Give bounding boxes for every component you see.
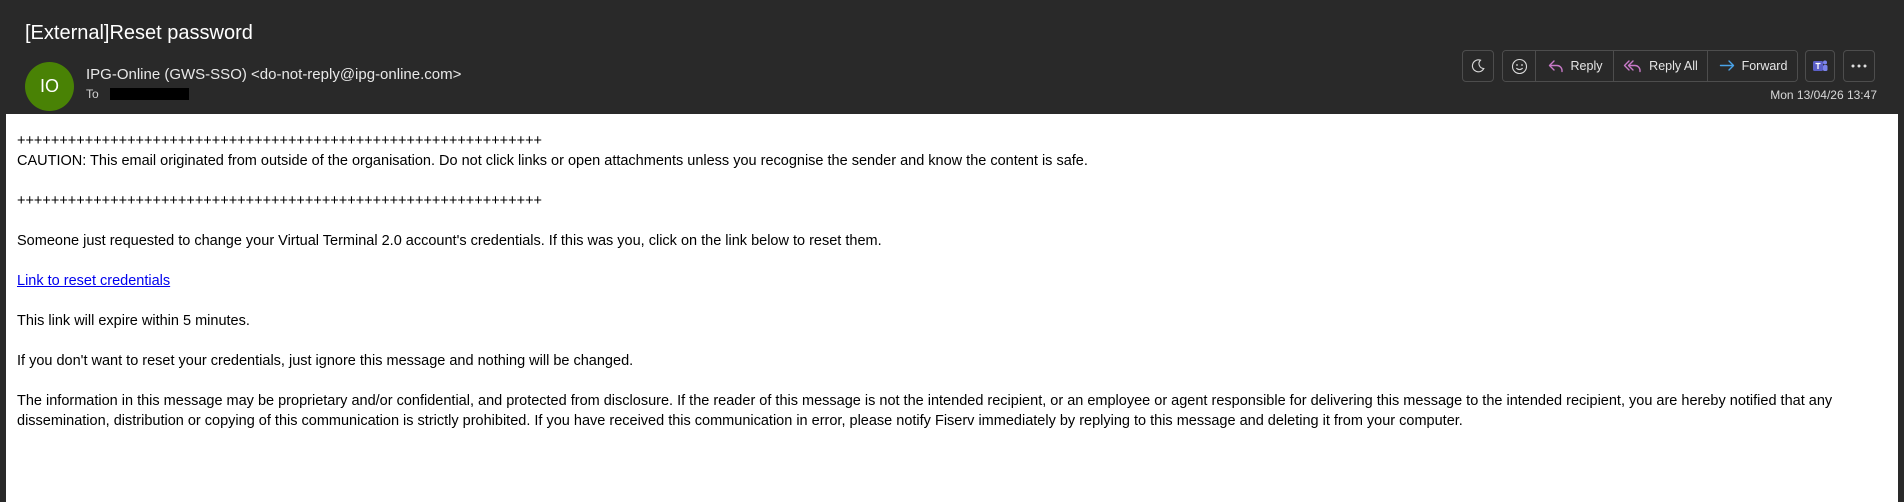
reset-credentials-link[interactable]: Link to reset credentials — [17, 273, 170, 289]
sender-avatar[interactable]: IO — [25, 62, 74, 111]
message-header: [External]Reset password IO IPG-Online (… — [0, 0, 1904, 114]
react-button[interactable] — [1503, 51, 1535, 81]
avatar-initials: IO — [39, 76, 59, 96]
teams-button[interactable] — [1805, 50, 1835, 82]
reply-all-label: Reply All — [1649, 59, 1698, 73]
disclaimer-text: The information in this message may be p… — [17, 393, 1833, 429]
ignore-text: If you don't want to reset your credenti… — [17, 353, 634, 369]
redacted-recipient — [109, 88, 189, 100]
forward-label: Forward — [1741, 59, 1788, 73]
emoji-icon — [1511, 58, 1528, 75]
separator-line: ++++++++++++++++++++++++++++++++++++++++… — [17, 133, 543, 149]
separator-line: ++++++++++++++++++++++++++++++++++++++++… — [17, 193, 543, 209]
toolbar-right — [1805, 50, 1835, 82]
toolbar-more — [1843, 50, 1875, 82]
toolbar-left — [1462, 50, 1494, 82]
more-icon — [1851, 64, 1867, 68]
forward-button[interactable]: Forward — [1707, 51, 1797, 81]
reply-all-icon — [1623, 58, 1643, 74]
request-text: Someone just requested to change your Vi… — [17, 233, 882, 249]
caution-text: CAUTION: This email originated from outs… — [17, 153, 1088, 169]
reply-icon — [1547, 58, 1565, 74]
to-label: To — [86, 87, 99, 101]
message-date: Mon 13/04/26 13:47 — [1770, 88, 1877, 102]
reply-label: Reply — [1570, 59, 1603, 73]
sender-name[interactable]: IPG-Online (GWS-SSO) <do-not-reply@ipg-o… — [86, 66, 461, 83]
expiry-text: This link will expire within 5 minutes. — [17, 313, 250, 329]
reset-link-paragraph: Link to reset credentials — [17, 271, 1898, 291]
moon-icon — [1470, 58, 1486, 74]
action-group: Reply Reply All Forward — [1502, 50, 1798, 82]
reply-all-button[interactable]: Reply All — [1613, 51, 1707, 81]
recipient-line: To — [86, 87, 189, 101]
message-actions: Reply Reply All Forward — [1502, 50, 1798, 82]
forward-icon — [1718, 58, 1736, 74]
dark-mode-button[interactable] — [1462, 50, 1494, 82]
teams-icon — [1811, 57, 1829, 75]
more-actions-button[interactable] — [1843, 50, 1875, 82]
message-subject: [External]Reset password — [25, 22, 253, 44]
reply-button[interactable]: Reply — [1535, 51, 1613, 81]
message-body: ++++++++++++++++++++++++++++++++++++++++… — [6, 114, 1898, 502]
